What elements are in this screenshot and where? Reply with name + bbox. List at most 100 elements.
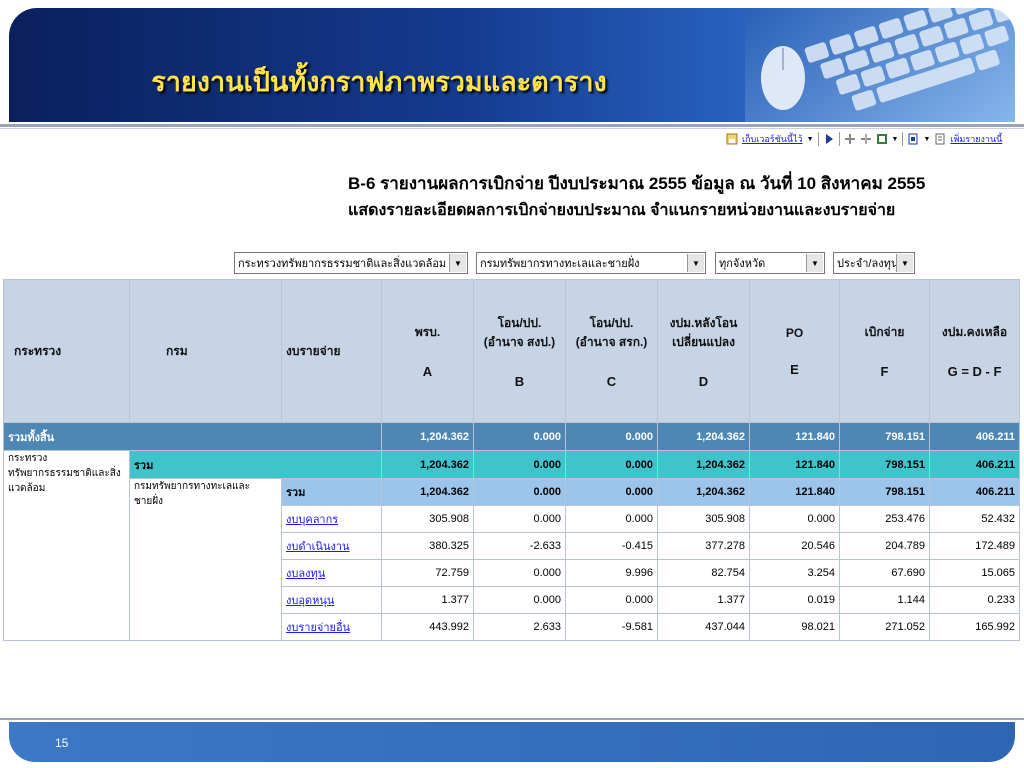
total-a: 1,204.362 <box>381 422 474 451</box>
chevron-down-icon[interactable]: ▼ <box>687 254 704 272</box>
play-icon[interactable] <box>823 133 835 145</box>
save-version-link[interactable]: เก็บเวอร์ชันนี้ไว้ <box>742 132 803 146</box>
item-a: 443.992 <box>381 613 474 641</box>
item-f: 271.052 <box>839 613 930 641</box>
item-g: 52.432 <box>929 505 1020 533</box>
chevron-down-icon[interactable]: ▼ <box>449 254 466 272</box>
toolbar-separator <box>817 132 819 146</box>
item-f: 1.144 <box>839 586 930 614</box>
header-expense: งบรายจ่าย <box>281 279 382 423</box>
item-c: 9.996 <box>565 559 658 587</box>
save-version-icon[interactable] <box>726 133 738 145</box>
ministry-g: 406.211 <box>929 450 1020 479</box>
report-toolbar: เก็บเวอร์ชันนี้ไว้ ▼ ▼ ▼ เพิ่มรายงานนี้ <box>726 129 1002 149</box>
header-f-code: F <box>880 364 889 379</box>
item-b: 0.000 <box>473 586 566 614</box>
header-a-label: พรบ. <box>414 325 441 339</box>
total-label: รวมทั้งสิ้น <box>3 422 382 451</box>
ministry-sum-label: รวม <box>129 450 382 479</box>
total-f: 798.151 <box>839 422 930 451</box>
ministry-row: กระทรวงทรัพยากรธรรมชาติและสิ่งแวดล้อม รว… <box>3 450 1020 641</box>
ministry-e: 121.840 <box>749 450 840 479</box>
header-e: PO E <box>749 279 840 423</box>
item-e: 98.021 <box>749 613 840 641</box>
item-g: 172.489 <box>929 532 1020 560</box>
total-row: รวมทั้งสิ้น 1,204.362 0.000 0.000 1,204.… <box>3 422 1020 451</box>
department-select-value: กรมทรัพยากรทางทะเลและชายฝั่ง <box>480 258 640 270</box>
export-icon[interactable] <box>876 133 888 145</box>
add-node-icon[interactable] <box>844 133 856 145</box>
ministry-b: 0.000 <box>473 450 566 479</box>
footer-divider <box>0 718 1024 720</box>
item-a: 1.377 <box>381 586 474 614</box>
item-a: 72.759 <box>381 559 474 587</box>
header-e-label: PO <box>785 325 804 340</box>
document-icon[interactable] <box>934 133 946 145</box>
province-select-value: ทุกจังหวัด <box>719 258 766 270</box>
department-e: 121.840 <box>749 478 840 506</box>
item-b: 0.000 <box>473 559 566 587</box>
header-ministry: กระทรวง <box>3 279 130 423</box>
header-d-code: D <box>698 373 709 389</box>
item-c: 0.000 <box>565 505 658 533</box>
report-subtitle: แสดงรายละเอียดผลการเบิกจ่ายงบประมาณ จำแน… <box>348 202 896 219</box>
item-a: 305.908 <box>381 505 474 533</box>
ministry-select[interactable]: กระทรวงทรัพยากรธรรมชาติและสิ่งแวดล้อม ▼ <box>234 252 468 274</box>
expense-link[interactable]: งบรายจ่ายอื่น <box>281 613 382 641</box>
item-d: 82.754 <box>657 559 750 587</box>
item-d: 437.044 <box>657 613 750 641</box>
department-d: 1,204.362 <box>657 478 750 506</box>
dropdown-arrow-icon[interactable]: ▼ <box>807 136 814 143</box>
header-f-label: เบิกจ่าย <box>864 325 905 339</box>
report-table: กระทรวง กรม งบรายจ่าย พรบ. A โอน/ปป. (อำน… <box>3 279 1020 641</box>
chevron-down-icon[interactable]: ▼ <box>896 254 913 272</box>
expense-link[interactable]: งบดำเนินงาน <box>281 532 382 560</box>
department-row: กรมทรัพยากรทางทะเลและชายฝั่ง รวม 1,204.3… <box>4 478 1020 641</box>
slide-title: รายงานเป็นทั้งกราฟภาพรวมและตาราง <box>151 67 607 98</box>
toolbar-separator <box>902 132 904 146</box>
header-b: โอน/ปป. (อำนาจ สงป.) B <box>473 279 566 423</box>
item-g: 165.992 <box>929 613 1020 641</box>
table-header-row: กระทรวง กรม งบรายจ่าย พรบ. A โอน/ปป. (อำน… <box>3 279 1020 423</box>
chevron-down-icon[interactable]: ▼ <box>806 254 823 272</box>
slide-header: รายงานเป็นทั้งกราฟภาพรวมและตาราง <box>9 8 1015 122</box>
dropdown-arrow-icon[interactable]: ▼ <box>923 136 930 143</box>
page-number: 15 <box>55 736 69 750</box>
item-e: 3.254 <box>749 559 840 587</box>
department-b: 0.000 <box>473 478 566 506</box>
budget-type-select[interactable]: ประจำ/ลงทุน ▼ <box>833 252 915 274</box>
keyboard-mouse-image <box>745 8 1015 122</box>
department-select[interactable]: กรมทรัพยากรทางทะเลและชายฝั่ง ▼ <box>476 252 706 274</box>
department-c: 0.000 <box>565 478 658 506</box>
total-c: 0.000 <box>565 422 658 451</box>
item-a: 380.325 <box>381 532 474 560</box>
item-c: -9.581 <box>565 613 658 641</box>
header-e-code: E <box>790 361 799 377</box>
item-f: 67.690 <box>839 559 930 587</box>
print-icon[interactable] <box>907 133 919 145</box>
expense-link[interactable]: งบอุดหนุน <box>281 586 382 614</box>
header-divider <box>0 124 1024 127</box>
header-g-label: งปม.คงเหลือ <box>941 325 1008 339</box>
expense-link[interactable]: งบบุคลากร <box>281 505 382 533</box>
dropdown-arrow-icon[interactable]: ▼ <box>892 136 899 143</box>
add-report-link[interactable]: เพิ่มรายงานนี้ <box>950 132 1002 146</box>
department-name: กรมทรัพยากรทางทะเลและชายฝั่ง <box>129 478 282 641</box>
item-b: -2.633 <box>473 532 566 560</box>
expense-link[interactable]: งบลงทุน <box>281 559 382 587</box>
department-g: 406.211 <box>929 478 1020 506</box>
ministry-select-value: กระทรวงทรัพยากรธรรมชาติและสิ่งแวดล้อม <box>238 258 447 270</box>
header-c-label: โอน/ปป. (อำนาจ สรก.) <box>575 315 648 349</box>
remove-node-icon[interactable] <box>860 133 872 145</box>
department-f: 798.151 <box>839 478 930 506</box>
province-select[interactable]: ทุกจังหวัด ▼ <box>715 252 825 274</box>
ministry-name: กระทรวงทรัพยากรธรรมชาติและสิ่งแวดล้อม <box>3 450 130 641</box>
ministry-c: 0.000 <box>565 450 658 479</box>
item-c: 0.000 <box>565 586 658 614</box>
item-b: 0.000 <box>473 505 566 533</box>
header-c-code: C <box>606 373 617 389</box>
total-d: 1,204.362 <box>657 422 750 451</box>
report-title: B-6 รายงานผลการเบิกจ่าย ปีงบประมาณ 2555 … <box>348 174 926 193</box>
item-d: 377.278 <box>657 532 750 560</box>
header-d: งปม.หลังโอน เปลี่ยนแปลง D <box>657 279 750 423</box>
